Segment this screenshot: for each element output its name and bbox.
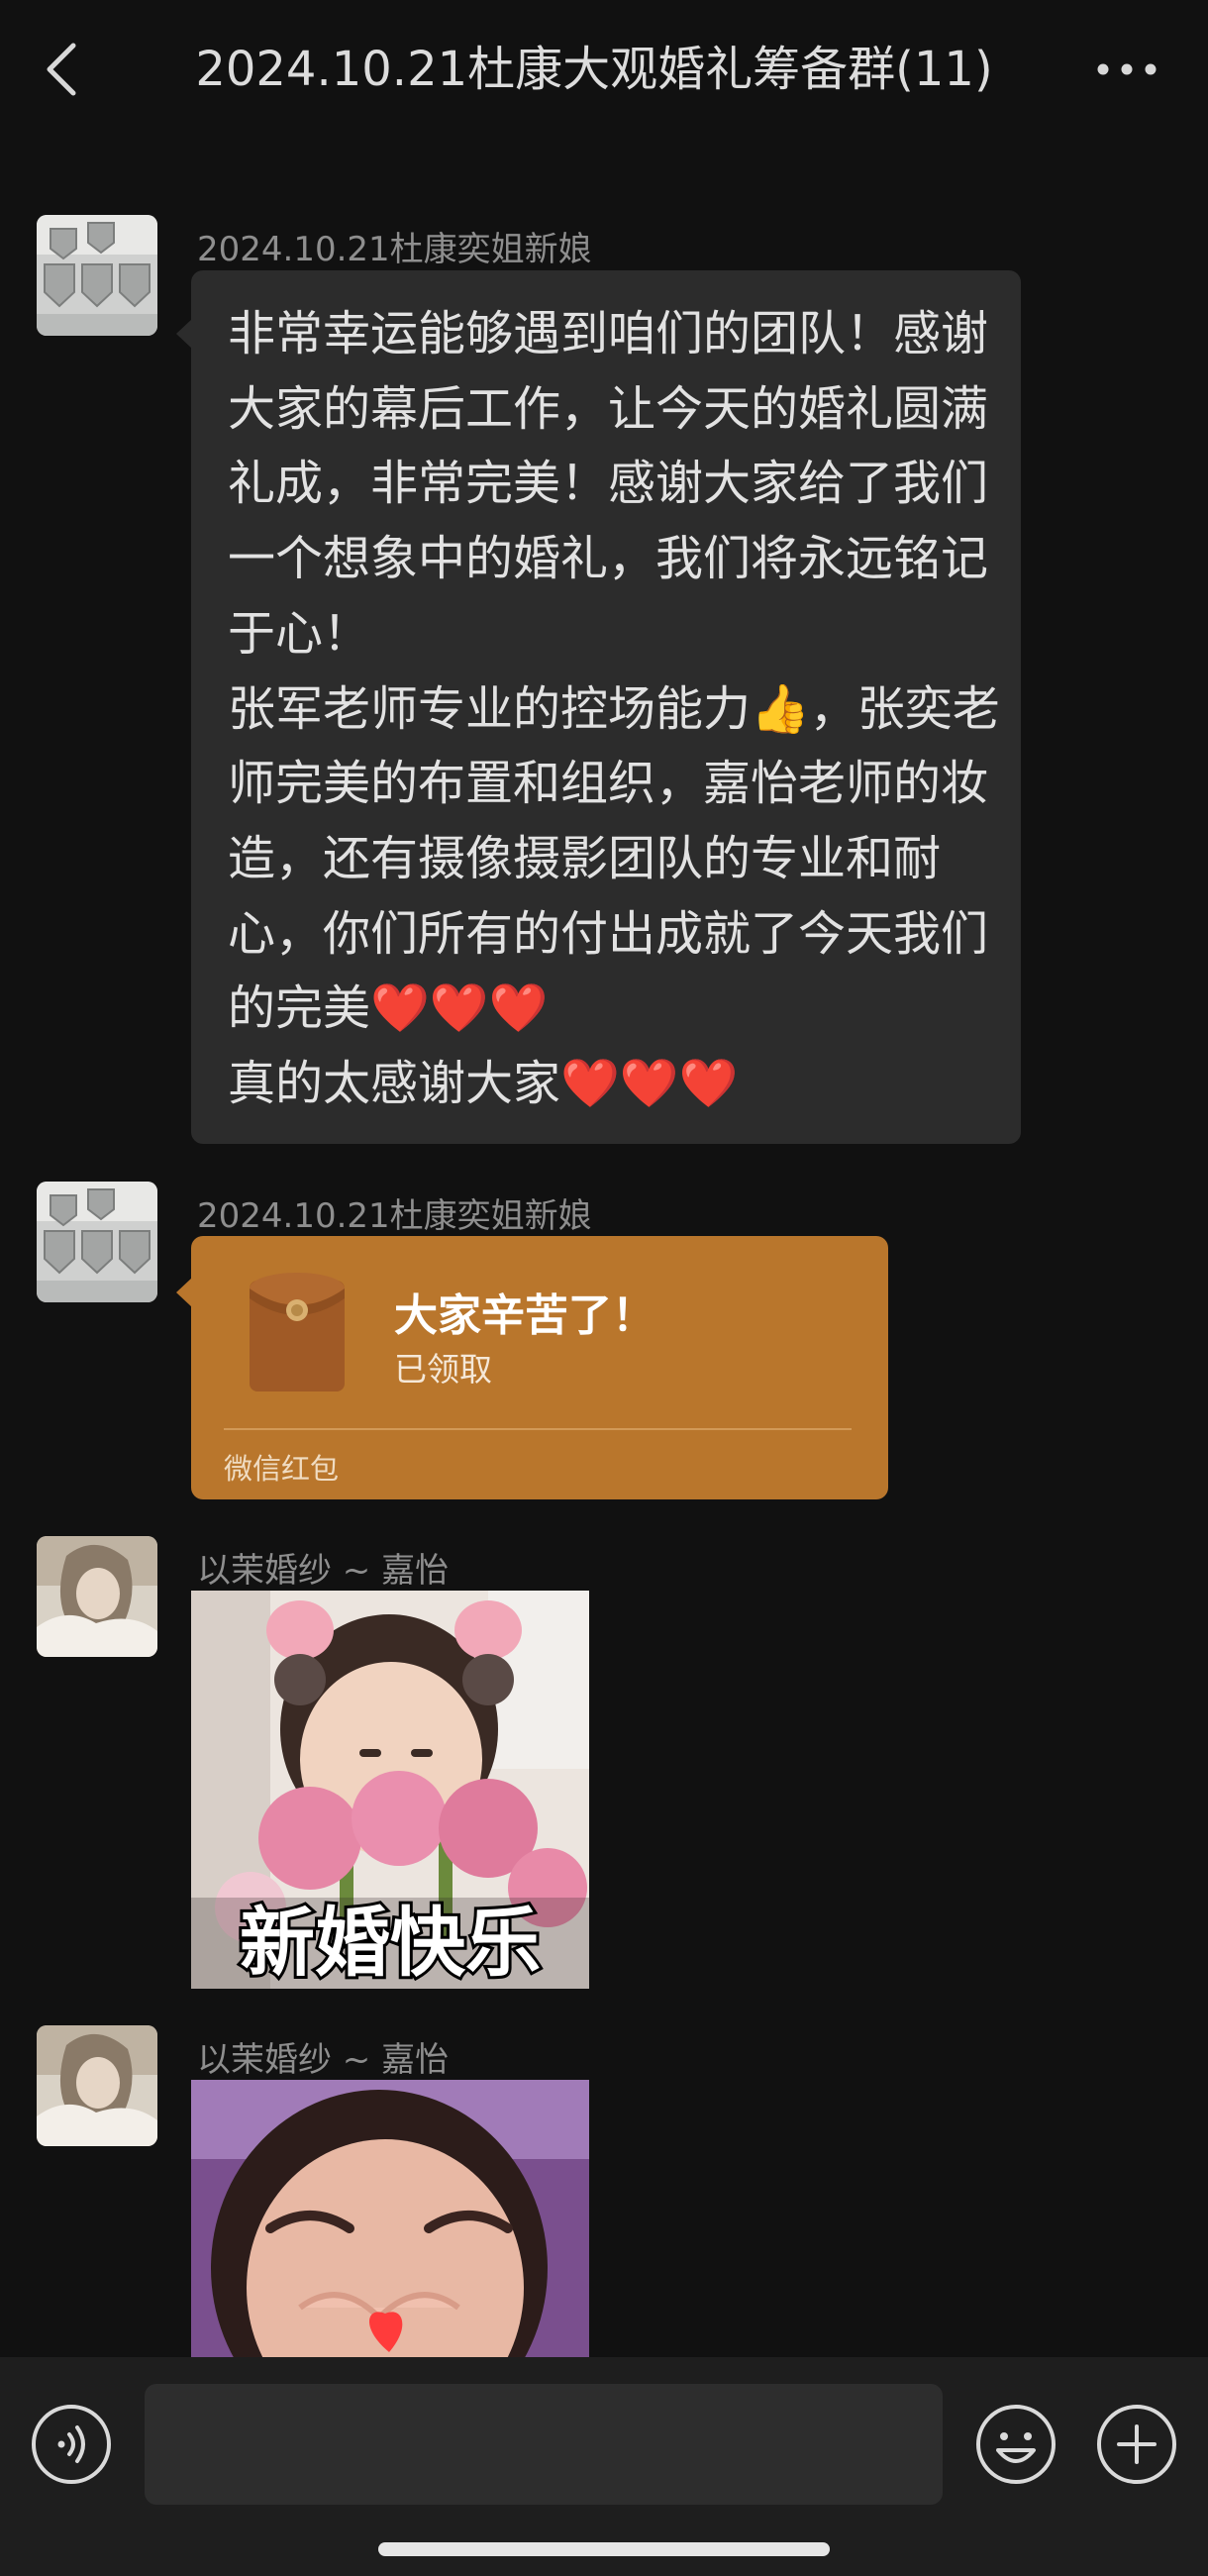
- sender-avatar-image: [37, 1182, 157, 1302]
- more-button[interactable]: [1087, 40, 1166, 99]
- emoji-button[interactable]: [974, 2403, 1057, 2486]
- voice-button[interactable]: [30, 2403, 113, 2486]
- voice-icon: [32, 2405, 111, 2484]
- sender-avatar-image: [37, 1536, 157, 1657]
- message-input[interactable]: [145, 2384, 943, 2505]
- sticker-image[interactable]: 新婚快乐: [191, 1591, 589, 1989]
- sender-avatar-image: [37, 2025, 157, 2146]
- sticker-caption: 新婚快乐: [240, 1899, 541, 1987]
- sender-avatar-image: [37, 215, 157, 336]
- sender-name: 以茉婚纱 ~ 嘉怡: [197, 2040, 450, 2080]
- back-button[interactable]: [36, 30, 95, 109]
- sender-name: 2024.10.21杜康奕姐新娘: [197, 1196, 592, 1236]
- home-indicator[interactable]: [378, 2542, 830, 2556]
- sticker-graphic: 新婚快乐: [191, 1591, 589, 1989]
- plus-icon: [1097, 2405, 1176, 2484]
- red-packet-icon: [248, 1271, 347, 1393]
- avatar[interactable]: [37, 2025, 157, 2146]
- more-actions-button[interactable]: [1095, 2403, 1178, 2486]
- emoji-icon: [976, 2405, 1056, 2484]
- bubble-tail: [176, 319, 192, 349]
- sender-name: 2024.10.21杜康奕姐新娘: [197, 230, 592, 269]
- red-packet-title: 大家辛苦了！: [394, 1290, 655, 1341]
- red-packet-status: 已领取: [394, 1350, 492, 1389]
- red-packet-label: 微信红包: [224, 1452, 340, 1486]
- message-text: 非常幸运能够遇到咱们的团队！感谢大家的幕后工作，让今天的婚礼圆满礼成，非常完美！…: [228, 306, 1000, 1112]
- chevron-left-icon: [47, 43, 76, 96]
- avatar[interactable]: [37, 1182, 157, 1302]
- more-dots-icon: [1097, 63, 1157, 75]
- chat-title: 2024.10.21杜康大观婚礼筹备群(11): [195, 42, 993, 97]
- sticker-graphic: [191, 2080, 589, 2357]
- divider: [224, 1428, 852, 1430]
- avatar[interactable]: [37, 1536, 157, 1657]
- sticker-image[interactable]: [191, 2080, 589, 2357]
- bubble-tail: [176, 1278, 192, 1307]
- avatar[interactable]: [37, 215, 157, 336]
- sender-name: 以茉婚纱 ~ 嘉怡: [197, 1551, 450, 1591]
